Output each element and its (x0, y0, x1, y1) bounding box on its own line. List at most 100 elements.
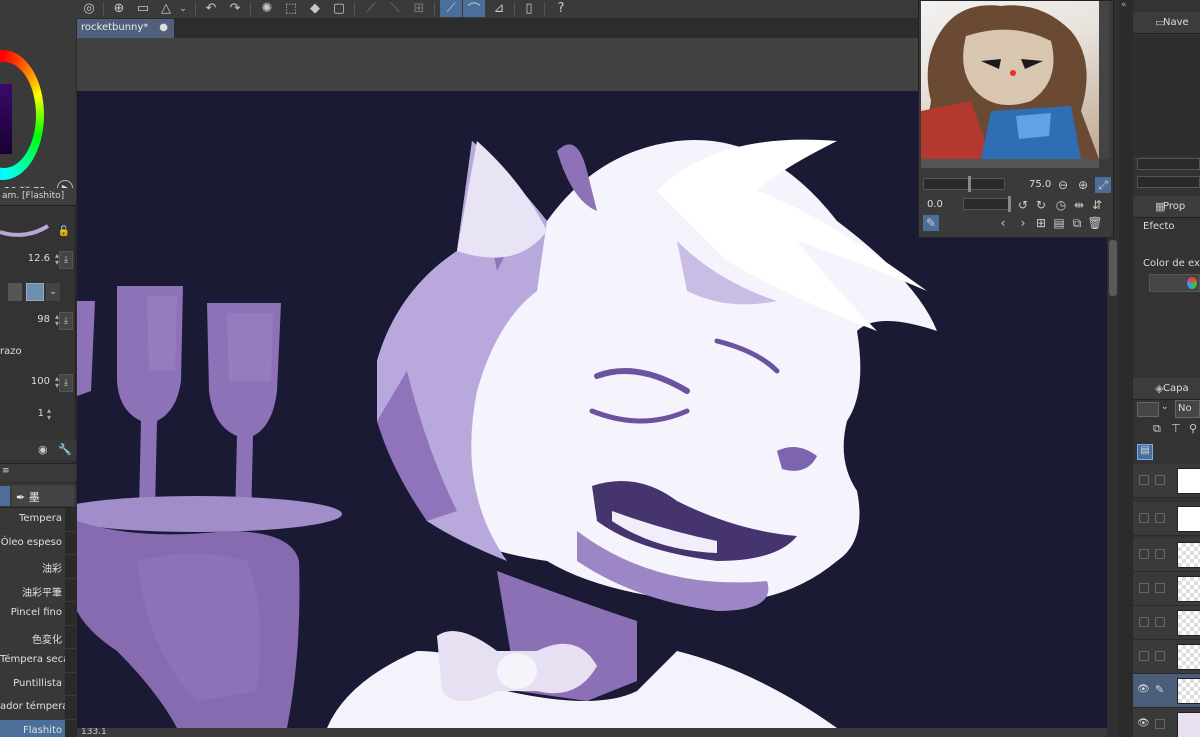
lock-box[interactable] (1155, 617, 1165, 627)
size-download-icon[interactable]: ⤓ (59, 251, 73, 269)
clear-icon[interactable]: ⬚ (280, 0, 302, 17)
collapse-icon[interactable]: « (1121, 0, 1127, 10)
brush-item[interactable]: Flashito (0, 719, 76, 737)
brush-item[interactable]: Tempera (0, 508, 76, 532)
brush-item[interactable]: 油彩平筆 (0, 578, 76, 602)
layer-row[interactable] (1133, 572, 1200, 606)
chevron-down-icon[interactable]: ⌄ (46, 283, 60, 301)
layer-color-swatch[interactable] (1137, 402, 1159, 417)
chevron-down-icon[interactable]: ⌄ (1161, 402, 1169, 412)
brush-item[interactable]: Puntillista (0, 672, 76, 696)
rotate-left-icon[interactable]: ↺ (1015, 197, 1031, 213)
navigator-preview[interactable] (921, 1, 1099, 159)
layer-row[interactable] (1133, 502, 1200, 536)
transform-icon[interactable]: ▢ (328, 0, 350, 17)
scroll-thumb[interactable] (1109, 240, 1117, 296)
layer-row[interactable] (1133, 640, 1200, 674)
navigator-horizontal-scrollbar[interactable] (921, 159, 1099, 168)
new-file-icon[interactable]: ⊕ (108, 0, 130, 17)
snap-grid-icon[interactable]: ⊿ (488, 0, 510, 17)
app-logo-icon[interactable]: ◎ (78, 0, 100, 17)
density-value[interactable]: 100 (31, 376, 50, 387)
opacity-download-icon[interactable]: ⤓ (59, 312, 73, 330)
snap-ruler-icon[interactable]: ⟋ (440, 0, 462, 17)
opacity-value[interactable]: 98 (37, 314, 50, 325)
properties-panel-header[interactable]: ▦ Prop (1133, 196, 1200, 218)
brush-item[interactable]: Pincel fino (0, 602, 76, 626)
wrench-icon[interactable]: 🔧 (58, 443, 72, 456)
clip-icon[interactable]: ⧉ (1153, 422, 1161, 436)
help-icon[interactable]: ? (550, 0, 572, 17)
subtool-menu-icon[interactable]: ≡ (2, 466, 10, 476)
dock-slider-2[interactable] (1137, 176, 1200, 188)
chevron-left-icon[interactable]: ‹ (995, 215, 1011, 231)
rotation-slider[interactable] (963, 196, 1011, 212)
flip-vertical-icon[interactable]: ⇵ (1089, 197, 1105, 213)
lock-box[interactable] (1155, 583, 1165, 593)
lock-box[interactable] (1155, 475, 1165, 485)
loading-icon[interactable]: ✺ (256, 0, 278, 17)
layer-row[interactable] (1133, 464, 1200, 498)
density-download-icon[interactable]: ⤓ (59, 374, 73, 392)
visibility-box[interactable] (1139, 617, 1149, 627)
chevron-right-icon[interactable]: › (1015, 215, 1031, 231)
flip-horizontal-icon[interactable]: ⇹ (1071, 197, 1087, 213)
lock-box[interactable] (1155, 513, 1165, 523)
blend-mode-dropdown[interactable]: No (1175, 400, 1200, 418)
lock-icon[interactable]: 🔓 (58, 226, 70, 237)
save-icon[interactable]: △ (155, 0, 177, 17)
eye-icon[interactable]: 👁 (1137, 684, 1150, 696)
brush-item[interactable]: Óleo espeso (0, 531, 76, 555)
trash-icon[interactable]: 🗑 (1087, 215, 1103, 231)
settings-dial-icon[interactable]: ◉ (38, 443, 48, 456)
layer-mask-icon[interactable]: ▤ (1137, 444, 1153, 460)
fit-icon[interactable]: ⤢ (1095, 177, 1111, 193)
zoom-out-icon[interactable]: ⊖ (1055, 177, 1071, 193)
zoom-value[interactable]: 75.0 (1029, 179, 1051, 190)
brush-shape-a[interactable] (8, 283, 22, 301)
zoom-in-icon[interactable]: ⊕ (1075, 177, 1091, 193)
redo-icon[interactable]: ↷ (224, 0, 246, 17)
invert-selection-icon[interactable]: ⟍ (384, 0, 406, 17)
rotate-right-icon[interactable]: ↻ (1033, 197, 1049, 213)
close-icon[interactable]: ● (159, 22, 168, 33)
document-tab[interactable]: rocketbunny* ● (77, 19, 174, 38)
rotation-value[interactable]: 0.0 (927, 199, 943, 210)
deselect-icon[interactable]: ⟋ (360, 0, 382, 17)
layer-row[interactable]: 👁 (1133, 708, 1200, 737)
expression-color-dropdown[interactable] (1149, 274, 1200, 292)
layers-panel-header[interactable]: ◈ Capa (1133, 378, 1200, 400)
smartphone-icon[interactable]: ▯ (518, 0, 540, 17)
ref-layer-icon[interactable]: ⊤ (1171, 422, 1181, 435)
brush-item[interactable]: ador témpera (0, 696, 76, 720)
status-zoom[interactable]: 133.1 (81, 728, 107, 737)
brush-item[interactable]: Témpera seca (0, 649, 76, 673)
layer-row-selected[interactable]: 👁 ✎ (1133, 674, 1200, 708)
lock-box[interactable] (1155, 719, 1165, 729)
subtool-tab-ink[interactable]: ✒ 墨 (12, 486, 74, 506)
reset-rotation-icon[interactable]: ◷ (1053, 197, 1069, 213)
folder-icon[interactable]: ▤ (1051, 215, 1067, 231)
visibility-box[interactable] (1139, 549, 1149, 559)
lock-box[interactable] (1155, 549, 1165, 559)
navigator-panel-header[interactable]: ▭ Nave (1133, 12, 1200, 34)
visibility-box[interactable] (1139, 475, 1149, 485)
eye-icon[interactable]: 👁 (1137, 718, 1150, 730)
lock-box[interactable] (1155, 651, 1165, 661)
visibility-box[interactable] (1139, 651, 1149, 661)
panel-handle[interactable] (1119, 0, 1133, 737)
dock-slider-1[interactable] (1137, 158, 1200, 170)
brush-shape-b[interactable] (26, 283, 44, 301)
visibility-box[interactable] (1139, 513, 1149, 523)
lock-alpha-icon[interactable]: ⚲ (1189, 422, 1197, 435)
snap-curve-icon[interactable]: ⌒ (463, 0, 485, 18)
undo-icon[interactable]: ↶ (200, 0, 222, 17)
count-spinner[interactable]: ▴ ▾ (44, 407, 54, 422)
layer-row[interactable] (1133, 538, 1200, 572)
size-value[interactable]: 12.6 (28, 253, 50, 264)
copy-icon[interactable]: ⧉ (1069, 215, 1085, 231)
open-folder-icon[interactable]: ▭ (132, 0, 154, 17)
fill-icon[interactable]: ◆ (304, 0, 326, 17)
subtool-tab-active[interactable] (0, 486, 10, 506)
brush-item[interactable]: 色変化 (0, 625, 76, 649)
